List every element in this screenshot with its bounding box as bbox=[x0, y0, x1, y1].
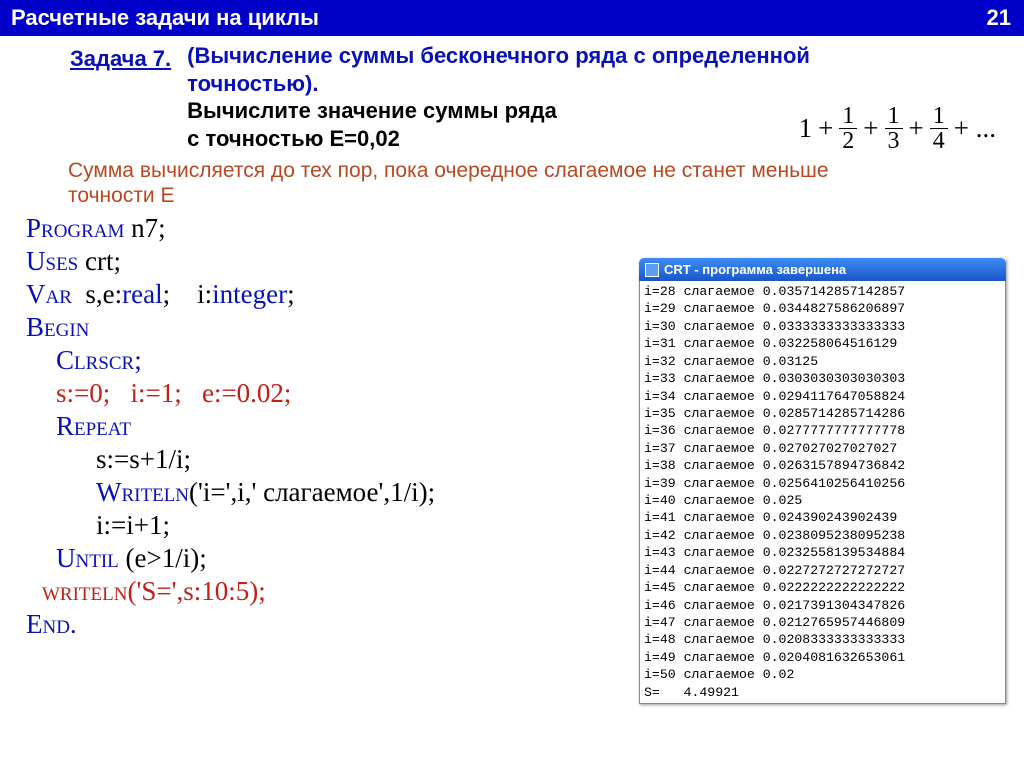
formula-lead: 1 bbox=[799, 113, 813, 144]
crt-title-text: CRT - программа завершена bbox=[664, 262, 846, 277]
crt-row: i=34 слагаемое 0.0294117647058824 bbox=[644, 388, 1001, 405]
crt-row: i=29 слагаемое 0.0344827586206897 bbox=[644, 300, 1001, 317]
slide-header: Расчетные задачи на циклы 21 bbox=[0, 0, 1024, 36]
crt-row: i=39 слагаемое 0.0256410256410256 bbox=[644, 475, 1001, 492]
note-l1: Сумма вычисляется до тех пор, пока очере… bbox=[68, 159, 829, 182]
crt-row: i=31 слагаемое 0.032258064516129 bbox=[644, 335, 1001, 352]
task-desc-l1b: точностью). bbox=[187, 71, 318, 96]
note: Сумма вычисляется до тех пор, пока очере… bbox=[0, 152, 1024, 208]
crt-window: CRT - программа завершена i=28 слагаемое… bbox=[639, 258, 1006, 704]
task-label: Задача 7. bbox=[70, 46, 171, 72]
task-desc-l2a: Вычислите значение суммы ряда bbox=[187, 98, 557, 123]
crt-row: i=35 слагаемое 0.0285714285714286 bbox=[644, 405, 1001, 422]
crt-row: i=42 слагаемое 0.0238095238095238 bbox=[644, 527, 1001, 544]
crt-row: i=40 слагаемое 0.025 bbox=[644, 492, 1001, 509]
crt-row: i=33 слагаемое 0.0303030303030303 bbox=[644, 370, 1001, 387]
crt-row: i=37 слагаемое 0.027027027027027 bbox=[644, 440, 1001, 457]
header-title: Расчетные задачи на циклы bbox=[11, 5, 319, 31]
crt-row: S= 4.49921 bbox=[644, 684, 1001, 701]
crt-row: i=32 слагаемое 0.03125 bbox=[644, 353, 1001, 370]
fraction-3: 1 4 bbox=[930, 104, 948, 153]
crt-row: i=47 слагаемое 0.0212765957446809 bbox=[644, 614, 1001, 631]
fraction-1: 1 2 bbox=[839, 104, 857, 153]
fraction-2: 1 3 bbox=[885, 104, 903, 153]
crt-row: i=44 слагаемое 0.0227272727272727 bbox=[644, 562, 1001, 579]
crt-row: i=28 слагаемое 0.0357142857142857 bbox=[644, 283, 1001, 300]
crt-titlebar: CRT - программа завершена bbox=[639, 258, 1006, 281]
header-page: 21 bbox=[987, 5, 1011, 31]
crt-row: i=30 слагаемое 0.0333333333333333 bbox=[644, 318, 1001, 335]
content: Задача 7. (Вычисление суммы бесконечного… bbox=[0, 36, 1024, 641]
task-desc-l1a: (Вычисление суммы бесконечного ряда с оп… bbox=[187, 43, 810, 68]
crt-row: i=46 слагаемое 0.0217391304347826 bbox=[644, 597, 1001, 614]
task-desc-l2b: с точностью E=0,02 bbox=[187, 126, 400, 151]
crt-row: i=43 слагаемое 0.0232558139534884 bbox=[644, 544, 1001, 561]
app-icon bbox=[645, 263, 659, 277]
formula-plus: + bbox=[818, 113, 833, 144]
formula-tail: + ... bbox=[954, 113, 996, 144]
crt-row: i=45 слагаемое 0.0222222222222222 bbox=[644, 579, 1001, 596]
crt-row: i=50 слагаемое 0.02 bbox=[644, 666, 1001, 683]
note-l2: точности E bbox=[68, 184, 175, 207]
crt-output: i=28 слагаемое 0.0357142857142857i=29 сл… bbox=[639, 281, 1006, 704]
crt-row: i=41 слагаемое 0.024390243902439 bbox=[644, 509, 1001, 526]
series-formula: 1 + 1 2 + 1 3 + 1 4 + ... bbox=[799, 104, 996, 153]
crt-row: i=36 слагаемое 0.0277777777777778 bbox=[644, 422, 1001, 439]
crt-row: i=48 слагаемое 0.0208333333333333 bbox=[644, 631, 1001, 648]
crt-row: i=38 слагаемое 0.0263157894736842 bbox=[644, 457, 1001, 474]
task-desc: (Вычисление суммы бесконечного ряда с оп… bbox=[187, 42, 810, 152]
crt-row: i=49 слагаемое 0.0204081632653061 bbox=[644, 649, 1001, 666]
